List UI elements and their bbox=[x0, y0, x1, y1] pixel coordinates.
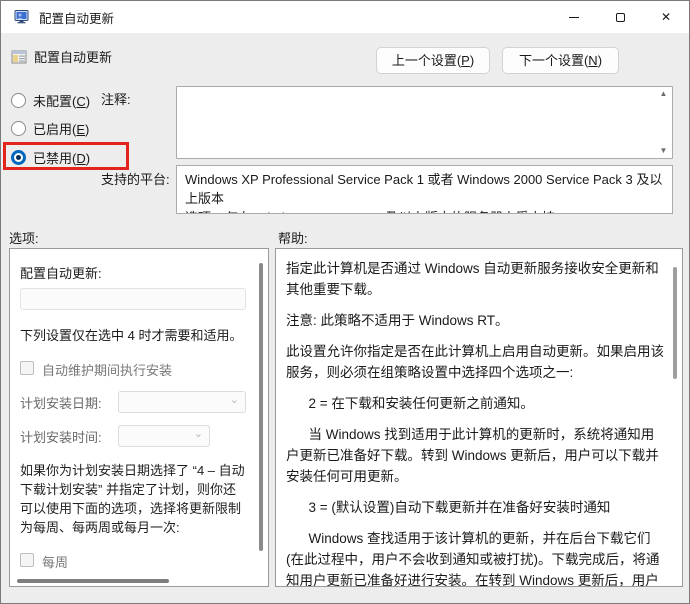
radio-enabled[interactable]: 已启用(E) bbox=[11, 120, 89, 136]
weekly-checkbox bbox=[20, 553, 34, 567]
help-paragraph: 2 = 在下载和安装任何更新之前通知。 bbox=[286, 393, 664, 414]
minimize-icon bbox=[569, 17, 579, 18]
schedule-note: 如果你为计划安装日期选择了 “4 – 自动下载计划安装” 并指定了计划，则你还可… bbox=[20, 461, 246, 537]
chevron-down-icon: ⌄ bbox=[194, 427, 203, 440]
radio-disabled[interactable]: 已禁用(D) bbox=[11, 149, 90, 165]
policy-app-icon bbox=[14, 9, 30, 25]
en-pre: 已启用( bbox=[33, 122, 76, 137]
setting-title: 配置自动更新 bbox=[34, 47, 112, 66]
maximize-icon bbox=[616, 13, 625, 22]
next-setting-button[interactable]: 下一个设置(N) bbox=[502, 47, 619, 74]
close-icon: ✕ bbox=[661, 11, 671, 23]
previous-setting-button[interactable]: 上一个设置(P) bbox=[376, 47, 490, 74]
install-day-combobox: ⌄ bbox=[118, 391, 246, 413]
scroll-down-icon[interactable]: ▼ bbox=[660, 147, 668, 155]
comment-scrollbar[interactable]: ▲ ▼ bbox=[655, 87, 672, 158]
options-setting-label: 配置自动更新: bbox=[20, 263, 246, 282]
prev-label-pre: 上一个设置( bbox=[392, 53, 461, 68]
options-panel: 配置自动更新: 下列设置仅在选中 4 时才需要和适用。 自动维护期间执行安装 计… bbox=[9, 248, 269, 587]
help-paragraph: 3 = (默认设置)自动下载更新并在准备好安装时通知 bbox=[286, 497, 664, 518]
supported-on-box: Windows XP Professional Service Pack 1 或… bbox=[176, 165, 673, 214]
window-title: 配置自动更新 bbox=[39, 8, 114, 27]
next-label-pre: 下一个设置( bbox=[519, 53, 588, 68]
prev-label-suf: ) bbox=[470, 53, 474, 68]
help-header: 帮助: bbox=[278, 228, 308, 247]
radio-circle-enabled bbox=[11, 121, 26, 136]
help-panel: 指定此计算机是否通过 Windows 自动更新服务接收安全更新和其他重要下载。 … bbox=[275, 248, 683, 587]
setting-icon bbox=[11, 49, 27, 65]
radio-not-configured[interactable]: 未配置(C) bbox=[11, 92, 90, 108]
policy-setting-window: 配置自动更新 ✕ 配置自动更新 上一个设置(P) 下一个设置(N) 未配置(C) bbox=[0, 0, 690, 604]
en-key: E bbox=[76, 122, 85, 137]
titlebar: 配置自动更新 ✕ bbox=[1, 1, 689, 33]
supported-text-2: 选项 7 仅在 Windows Server 2016 及以上版本的服务器上受支… bbox=[185, 208, 664, 214]
install-day-row: 计划安装日期: ⌄ bbox=[20, 391, 246, 413]
options-vertical-scrollbar[interactable] bbox=[259, 263, 263, 551]
radio-label-disabled: 已禁用(D) bbox=[33, 148, 90, 167]
weekly-checkbox-label: 每周 bbox=[42, 552, 68, 571]
radio-label-enabled: 已启用(E) bbox=[33, 119, 89, 138]
caption-buttons: ✕ bbox=[551, 1, 689, 33]
help-paragraph: 此设置允许你指定是否在此计算机上启用自动更新。如果启用该服务，则必须在组策略设置… bbox=[286, 341, 664, 383]
setting-head: 配置自动更新 bbox=[11, 47, 112, 66]
first-week-checkbox-row: 一月中的第一周 bbox=[20, 586, 246, 587]
help-paragraph: 注意: 此策略不适用于 Windows RT。 bbox=[286, 310, 664, 331]
nc-pre: 未配置( bbox=[33, 94, 76, 109]
install-day-label: 计划安装日期: bbox=[20, 393, 118, 412]
nc-key: C bbox=[76, 94, 85, 109]
chevron-down-icon: ⌄ bbox=[230, 393, 239, 406]
dis-pre: 已禁用( bbox=[33, 151, 76, 166]
auto-update-mode-combobox bbox=[20, 288, 246, 310]
help-paragraph: Windows 查找适用于该计算机的更新，并在后台下载它们(在此过程中，用户不会… bbox=[286, 528, 664, 587]
scroll-up-icon[interactable]: ▲ bbox=[660, 90, 668, 98]
minimize-button[interactable] bbox=[551, 1, 597, 33]
maintenance-checkbox-row: 自动维护期间执行安装 bbox=[20, 360, 246, 379]
maximize-button[interactable] bbox=[597, 1, 643, 33]
dis-suf: ) bbox=[86, 151, 90, 166]
next-label-suf: ) bbox=[598, 53, 602, 68]
help-paragraph: 当 Windows 找到适用于此计算机的更新时，系统将通知用户更新已准备好下载。… bbox=[286, 424, 664, 487]
next-label-key: N bbox=[588, 53, 597, 68]
weekly-checkbox-row: 每周 bbox=[20, 552, 246, 571]
en-suf: ) bbox=[85, 122, 89, 137]
help-text: 指定此计算机是否通过 Windows 自动更新服务接收安全更新和其他重要下载。 … bbox=[286, 258, 664, 587]
prev-label-key: P bbox=[461, 53, 470, 68]
first-week-checkbox-label: 一月中的第一周 bbox=[42, 586, 133, 587]
comment-box: ▲ ▼ bbox=[176, 86, 673, 159]
options-header: 选项: bbox=[9, 228, 39, 247]
help-vertical-scrollbar[interactable] bbox=[673, 267, 677, 379]
comment-input[interactable] bbox=[177, 87, 655, 158]
options-note: 下列设置仅在选中 4 时才需要和适用。 bbox=[20, 326, 246, 345]
install-time-row: 计划安装时间: ⌄ bbox=[20, 425, 246, 447]
maintenance-checkbox-label: 自动维护期间执行安装 bbox=[42, 360, 172, 379]
nc-suf: ) bbox=[86, 94, 90, 109]
comment-label: 注释: bbox=[101, 89, 131, 108]
install-time-combobox: ⌄ bbox=[118, 425, 210, 447]
radio-label-not-configured: 未配置(C) bbox=[33, 91, 90, 110]
radio-circle-disabled bbox=[11, 150, 26, 165]
dis-key: D bbox=[76, 151, 85, 166]
supported-text-1: Windows XP Professional Service Pack 1 或… bbox=[185, 170, 664, 208]
options-horizontal-scrollbar[interactable] bbox=[17, 579, 169, 583]
supported-on-label: 支持的平台: bbox=[101, 169, 170, 188]
help-paragraph: 指定此计算机是否通过 Windows 自动更新服务接收安全更新和其他重要下载。 bbox=[286, 258, 664, 300]
radio-circle-not-configured bbox=[11, 93, 26, 108]
close-button[interactable]: ✕ bbox=[643, 1, 689, 33]
install-time-label: 计划安装时间: bbox=[20, 427, 118, 446]
maintenance-checkbox bbox=[20, 361, 34, 375]
header-row: 配置自动更新 上一个设置(P) 下一个设置(N) bbox=[1, 33, 689, 79]
